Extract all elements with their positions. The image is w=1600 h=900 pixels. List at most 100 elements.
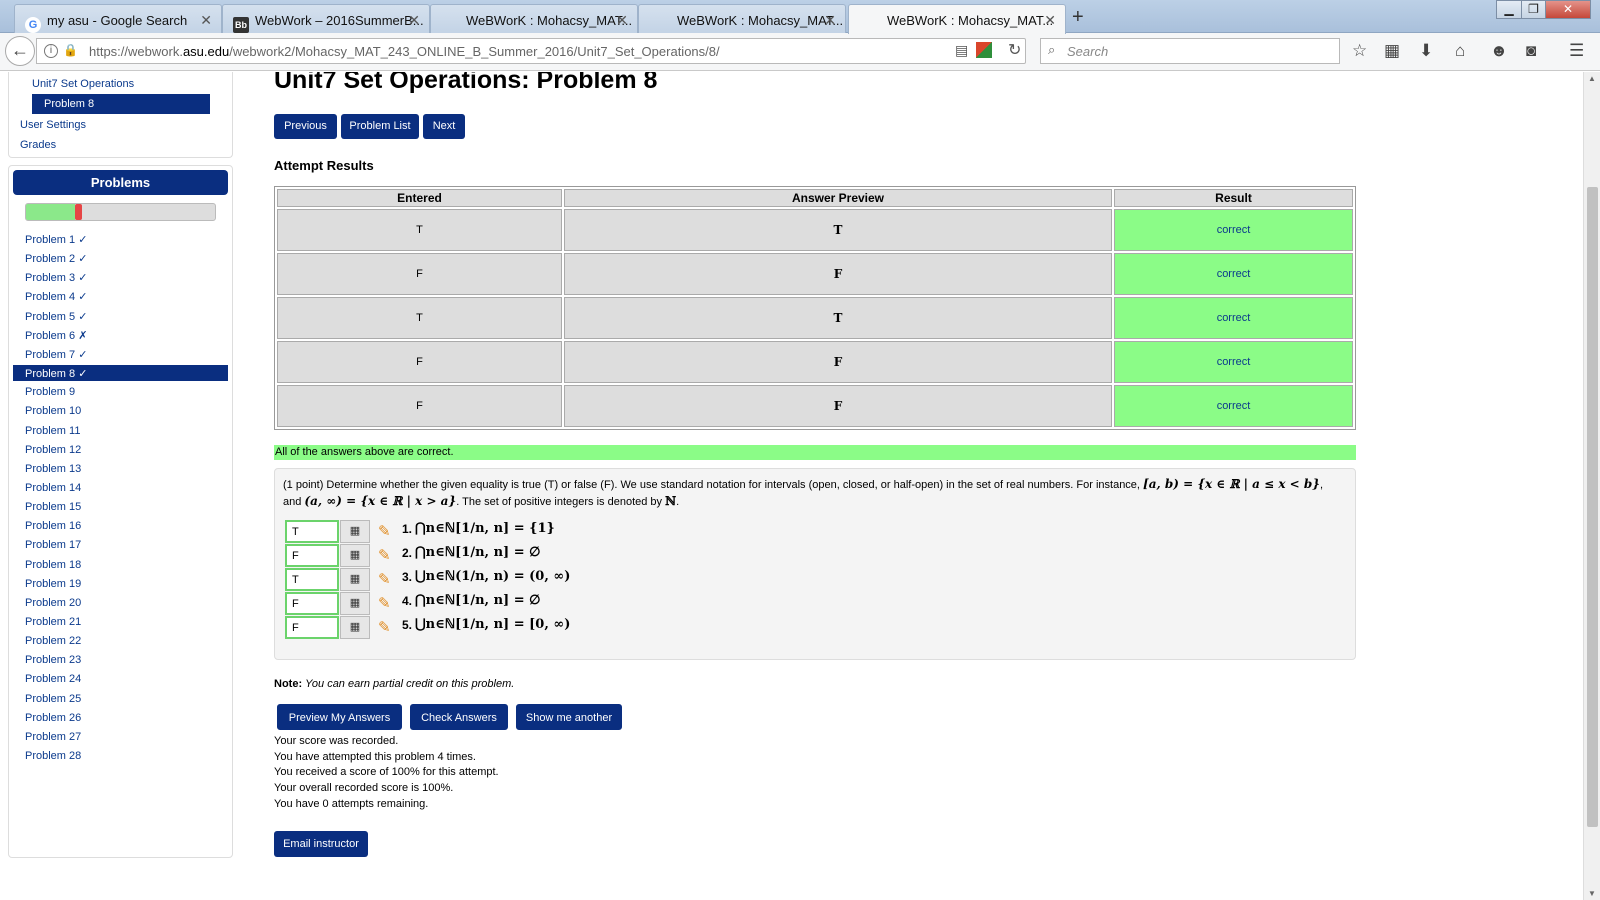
table-header-row: Entered Answer Preview Result — [277, 189, 1353, 207]
chat-icon[interactable]: ☻ — [1490, 41, 1508, 61]
note-text: You can earn partial credit on this prob… — [305, 678, 515, 690]
problem-list-button[interactable]: Problem List — [341, 114, 419, 139]
partial-credit-note: Note: You can earn partial credit on thi… — [274, 678, 514, 690]
sidebar-item-problem[interactable]: Problem 16 — [13, 518, 228, 534]
sidebar-item-problem[interactable]: Problem 28 — [13, 748, 228, 764]
column-header: Answer Preview — [564, 189, 1112, 207]
close-tab-icon[interactable]: ✕ — [616, 12, 628, 29]
answer-row: F ▦ ✎ 5. ⋃n∈ℕ[1/n, n] = [0, ∞) — [285, 616, 985, 640]
scroll-down-icon[interactable]: ▼ — [1588, 889, 1596, 898]
answer-input[interactable]: F — [285, 616, 339, 639]
email-instructor-button[interactable]: Email instructor — [274, 831, 368, 857]
close-tab-icon[interactable]: ✕ — [408, 12, 420, 29]
column-header: Entered — [277, 189, 562, 207]
close-tab-icon[interactable]: ✕ — [1044, 12, 1056, 29]
search-input[interactable]: Search — [1040, 38, 1340, 64]
grid-icon[interactable]: ▦ — [340, 520, 370, 543]
previous-button[interactable]: Previous — [274, 114, 337, 139]
answer-input[interactable]: F — [285, 592, 339, 615]
pencil-icon[interactable]: ✎ — [378, 522, 391, 540]
sidebar-item-problem[interactable]: Problem 20 — [13, 595, 228, 611]
answer-row: F ▦ ✎ 2. ⋂n∈ℕ[1/n, n] = ∅ — [285, 544, 985, 568]
grid-icon[interactable]: ▦ — [340, 592, 370, 615]
check-answers-button[interactable]: Check Answers — [410, 704, 508, 730]
sidebar-item-problem[interactable]: Problem 17 — [13, 537, 228, 553]
sidebar-set-link[interactable]: Unit7 Set Operations — [32, 78, 134, 90]
sidebar-item-problem[interactable]: Problem 9 — [13, 384, 228, 400]
sidebar-item-problem[interactable]: Problem 11 — [13, 423, 228, 439]
sidebar-item-problem[interactable]: Problem 3 ✓ — [13, 269, 228, 285]
answer-input[interactable]: T — [285, 568, 339, 591]
extension-icon[interactable] — [976, 42, 992, 58]
sidebar-item-problem[interactable]: Problem 7 ✓ — [13, 346, 228, 362]
preview-answers-button[interactable]: Preview My Answers — [277, 704, 402, 730]
minimize-icon[interactable]: ▁ — [1496, 0, 1522, 19]
browser-tab[interactable]: WeBWorK : Mohacsy_MAT... ✕ — [638, 4, 846, 33]
sidebar-current-problem[interactable]: Problem 8 — [32, 94, 210, 114]
browser-tab[interactable]: WeBWorK : Mohacsy_MAT... ✕ — [430, 4, 638, 33]
bookmark-star-icon[interactable]: ☆ — [1352, 41, 1367, 61]
cell-result: correct — [1114, 209, 1353, 251]
sidebar-item-problem[interactable]: Problem 22 — [13, 633, 228, 649]
reading-list-icon[interactable]: ▦ — [1384, 41, 1400, 61]
menu-icon[interactable]: ☰ — [1569, 41, 1584, 61]
new-tab-icon[interactable]: + — [1072, 6, 1084, 29]
grid-icon[interactable]: ▦ — [340, 616, 370, 639]
pencil-icon[interactable]: ✎ — [378, 594, 391, 612]
sidebar-item-problem[interactable]: Problem 21 — [13, 614, 228, 630]
sidebar-item-problem[interactable]: Problem 23 — [13, 652, 228, 668]
scrollbar-thumb[interactable] — [1587, 187, 1598, 827]
browser-tab[interactable]: Gmy asu - Google Search ✕ — [14, 4, 222, 33]
home-icon[interactable]: ⌂ — [1455, 41, 1465, 61]
browser-tab-active[interactable]: WeBWorK : Mohacsy_MAT... ✕ — [848, 4, 1066, 34]
sidebar-item-problem[interactable]: Problem 19 — [13, 576, 228, 592]
url-prefix: https://webwork. — [89, 44, 183, 59]
back-arrow-icon[interactable]: ← — [5, 36, 35, 66]
reload-icon[interactable]: ↻ — [1008, 40, 1021, 60]
pencil-icon[interactable]: ✎ — [378, 546, 391, 564]
problem-end: . — [676, 496, 680, 508]
lock-icon[interactable]: 🔒 — [63, 43, 78, 57]
pocket-icon[interactable]: ◙ — [1526, 41, 1536, 61]
scroll-up-icon[interactable]: ▲ — [1588, 74, 1596, 83]
sidebar-item-problem[interactable]: Problem 26 — [13, 710, 228, 726]
close-tab-icon[interactable]: ✕ — [824, 12, 836, 29]
maximize-icon[interactable]: ❐ — [1521, 0, 1546, 19]
sidebar-grades[interactable]: Grades — [20, 139, 56, 151]
window-close-icon[interactable]: ✕ — [1545, 0, 1591, 19]
reader-view-icon[interactable]: ▤ — [955, 42, 968, 59]
sidebar-item-problem[interactable]: Problem 10 — [13, 403, 228, 419]
cell-entered: T — [277, 297, 562, 339]
grid-icon[interactable]: ▦ — [340, 544, 370, 567]
sidebar-item-problem[interactable]: Problem 18 — [13, 557, 228, 573]
sidebar-item-problem[interactable]: Problem 13 — [13, 461, 228, 477]
sidebar-item-problem[interactable]: Problem 25 — [13, 691, 228, 707]
pencil-icon[interactable]: ✎ — [378, 570, 391, 588]
sidebar-item-problem[interactable]: Problem 15 — [13, 499, 228, 515]
sidebar-item-problem[interactable]: Problem 24 — [13, 671, 228, 687]
attempt-results-table: Entered Answer Preview Result T Tcorrect F… — [274, 186, 1356, 430]
sidebar-item-problem[interactable]: Problem 6 ✗ — [13, 327, 228, 343]
show-another-button[interactable]: Show me another — [516, 704, 622, 730]
sidebar-item-problem[interactable]: Problem 12 — [13, 442, 228, 458]
download-icon[interactable]: ⬇ — [1419, 41, 1433, 61]
close-tab-icon[interactable]: ✕ — [200, 12, 212, 29]
info-icon[interactable]: i — [44, 44, 58, 58]
scrollbar[interactable]: ▲ ▼ — [1583, 72, 1600, 900]
answer-input[interactable]: T — [285, 520, 339, 543]
sidebar-item-problem[interactable]: Problem 14 — [13, 480, 228, 496]
answer-input[interactable]: F — [285, 544, 339, 567]
grid-icon[interactable]: ▦ — [340, 568, 370, 591]
url-bar[interactable]: https://webwork.asu.edu/webwork2/Mohacsy… — [36, 38, 1026, 64]
pencil-icon[interactable]: ✎ — [378, 618, 391, 636]
sidebar-item-problem[interactable]: Problem 2 ✓ — [13, 250, 228, 266]
sidebar-item-problem[interactable]: Problem 4 ✓ — [13, 288, 228, 304]
next-button[interactable]: Next — [423, 114, 465, 139]
sidebar-user-settings[interactable]: User Settings — [20, 119, 86, 131]
cell-entered: T — [277, 209, 562, 251]
sidebar-item-problem[interactable]: Problem 8 ✓ — [13, 365, 228, 382]
sidebar-item-problem[interactable]: Problem 1 ✓ — [13, 231, 228, 247]
browser-tab[interactable]: Bb WebWork – 2016SummerB... ✕ — [222, 4, 430, 33]
sidebar-item-problem[interactable]: Problem 27 — [13, 729, 228, 745]
sidebar-item-problem[interactable]: Problem 5 ✓ — [13, 308, 228, 324]
